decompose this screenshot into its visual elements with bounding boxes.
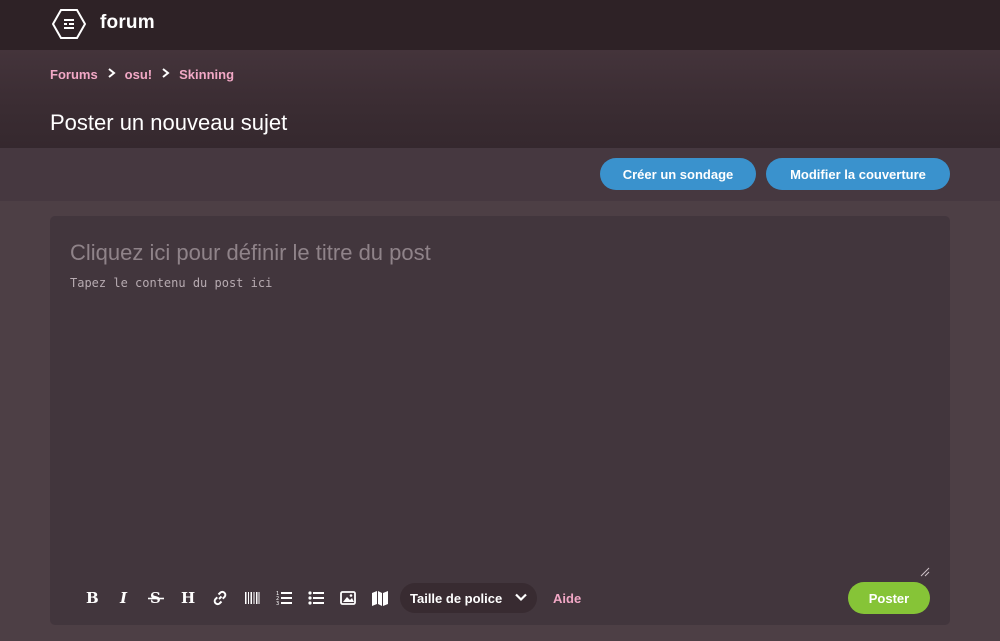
svg-text:3: 3 [276,601,279,606]
bold-icon[interactable]: B [76,582,108,614]
spoiler-icon[interactable] [236,582,268,614]
map-icon[interactable] [364,582,396,614]
help-link[interactable]: Aide [553,591,581,606]
svg-text:H: H [181,590,195,606]
heading-icon[interactable]: H [172,582,204,614]
chevron-right-icon [108,68,116,81]
breadcrumb-item-forums[interactable]: Forums [50,67,98,82]
breadcrumb-item-osu[interactable]: osu! [125,67,152,82]
forum-logo-icon[interactable] [51,8,87,40]
font-size-select[interactable]: Taille de police [400,583,537,613]
breadcrumb: Forums osu! Skinning [50,67,234,82]
editor-toolbar: B I S H 1 2 3 Taille de police Aide [76,582,581,614]
ordered-list-icon[interactable]: 1 2 3 [268,582,300,614]
chevron-right-icon [162,68,170,81]
post-submit-button[interactable]: Poster [848,582,930,614]
post-editor: B I S H 1 2 [50,216,950,625]
font-size-label: Taille de police [410,590,503,606]
post-title-input[interactable] [70,238,930,268]
svg-text:B: B [86,590,99,606]
app-title[interactable]: forum [100,12,155,34]
strikethrough-icon[interactable]: S [140,582,172,614]
create-poll-button[interactable]: Créer un sondage [600,158,756,190]
breadcrumb-item-skinning[interactable]: Skinning [179,67,234,82]
resize-handle-icon[interactable] [918,564,930,577]
italic-icon[interactable]: I [108,582,140,614]
unordered-list-icon[interactable] [300,582,332,614]
chevron-down-icon [515,591,527,606]
svg-text:I: I [119,590,128,606]
image-icon[interactable] [332,582,364,614]
post-body-textarea[interactable] [70,276,930,576]
edit-cover-button[interactable]: Modifier la couverture [766,158,950,190]
link-icon[interactable] [204,582,236,614]
page-title: Poster un nouveau sujet [50,110,288,135]
